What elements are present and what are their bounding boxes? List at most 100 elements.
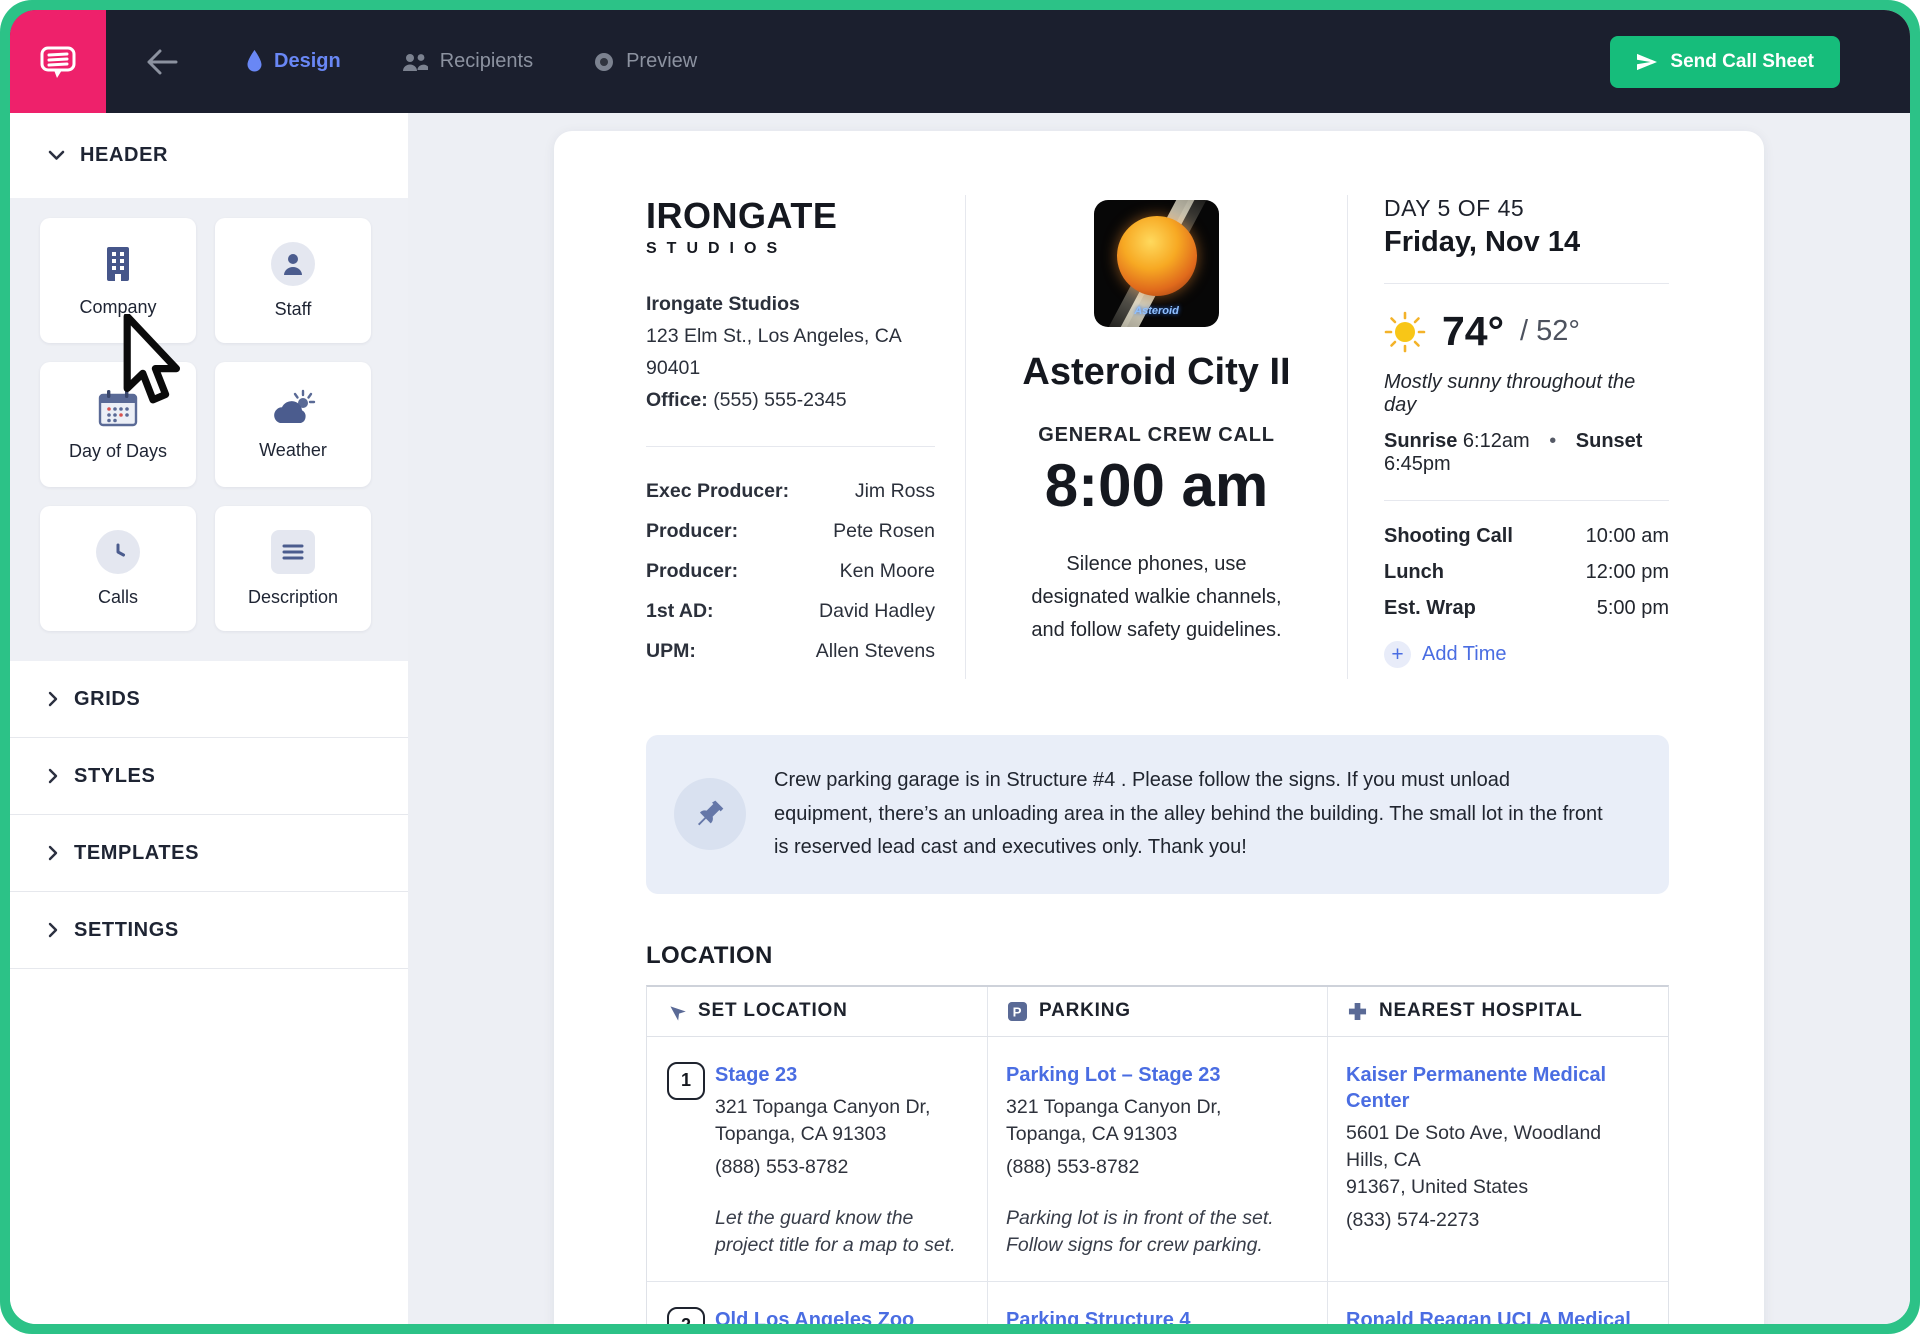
set-location-cell: 2 Old Los Angeles Zoo 4801 Griffith Park… [647,1282,988,1325]
sidebar-section-templates[interactable]: TEMPLATES [10,815,408,892]
parking-link[interactable]: Parking Lot – Stage 23 [1006,1062,1221,1088]
sidebar-section-settings[interactable]: SETTINGS [10,892,408,969]
add-time-label: Add Time [1422,643,1506,666]
crew-name: Allen Stevens [816,639,935,664]
time-value: 5:00 pm [1597,597,1669,620]
tab-preview[interactable]: Preview [593,50,697,73]
calendar-icon [97,388,139,428]
app-frame: Design Recipients Preview [0,0,1920,1334]
call-sheet-header: IRONGATE STUDIOS Irongate Studios 123 El… [646,195,1669,679]
tile-day-of-days[interactable]: Day of Days [40,362,196,487]
tile-weather-label: Weather [259,440,327,461]
sidebar-section-header-label: HEADER [80,144,168,167]
company-logo-subtitle: STUDIOS [646,240,935,258]
back-button[interactable] [140,40,184,84]
company-address: 123 Elm St., Los Angeles, CA 90401 [646,320,935,384]
time-value: 12:00 pm [1586,561,1669,584]
company-column[interactable]: IRONGATE STUDIOS Irongate Studios 123 El… [646,195,966,679]
sunrise-label: Sunrise [1384,430,1457,452]
address-line: 5601 De Soto Ave, Woodland Hills, CA [1346,1120,1648,1174]
weather-line: 74° / 52° [1384,308,1669,355]
time-label: Shooting Call [1384,525,1513,548]
production-poster-image: Asteroid [1094,200,1219,327]
location-note: Parking lot is in front of the set. Foll… [1006,1205,1307,1259]
sunset-label: Sunset [1576,430,1643,452]
tile-calls-label: Calls [98,587,138,608]
tab-recipients[interactable]: Recipients [401,50,533,73]
sidebar-section-styles[interactable]: STYLES [10,738,408,815]
address-line: 91367, United States [1346,1174,1648,1201]
phone: (888) 553-8782 [1006,1154,1307,1181]
location-number-badge: 1 [667,1062,705,1100]
pinned-note[interactable]: Crew parking garage is in Structure #4 .… [646,735,1669,894]
studiobinder-logo[interactable] [10,10,106,113]
set-location-link[interactable]: Old Los Angeles Zoo [715,1307,914,1325]
parking-link[interactable]: Parking Structure 4 [1006,1307,1191,1325]
parking-cell: Parking Structure 4 4815 Griffith Park D… [988,1282,1328,1325]
crew-name: David Hadley [819,599,935,624]
chevron-right-icon [48,691,58,707]
parking-cell: Parking Lot – Stage 23 321 Topanga Canyo… [988,1037,1328,1281]
chevron-down-icon [48,150,65,161]
crew-role: UPM: [646,639,696,664]
set-location-link[interactable]: Stage 23 [715,1062,797,1088]
crew-name: Ken Moore [840,559,935,584]
tab-design[interactable]: Design [246,50,341,73]
crew-role: Producer: [646,559,738,584]
company-logo-title: IRONGATE [646,195,935,237]
sidebar-section-styles-label: STYLES [74,765,155,788]
day-count: DAY 5 OF 45 [1384,195,1669,222]
company-name: Irongate Studios [646,288,935,320]
tile-day-of-days-label: Day of Days [69,441,167,462]
location-heading: LOCATION [646,942,1669,970]
weather-summary: Mostly sunny throughout the day [1384,371,1669,417]
hospital-link[interactable]: Kaiser Permanente Medical Center [1346,1062,1648,1114]
sidebar-section-templates-label: TEMPLATES [74,842,199,865]
column-header-parking: P PARKING [988,987,1328,1036]
general-crew-call-label: GENERAL CREW CALL [966,424,1347,447]
address-line: 321 Topanga Canyon Dr, [1006,1094,1307,1121]
sunset-time: 6:45pm [1384,453,1451,475]
sun-icon [1384,311,1426,353]
add-time-button[interactable]: + Add Time [1384,641,1669,668]
canvas-area: IRONGATE STUDIOS Irongate Studios 123 El… [408,113,1910,1324]
svg-text:P: P [1013,1004,1023,1019]
crew-list: Exec Producer: Jim Ross Producer: Pete R… [646,479,935,664]
location-note: Let the guard know the project title for… [715,1205,967,1259]
time-label: Est. Wrap [1384,597,1476,620]
crew-row: Exec Producer: Jim Ross [646,479,935,504]
divider [1384,283,1669,284]
location-number-badge: 2 [667,1307,705,1325]
hospital-link[interactable]: Ronald Reagan UCLA Medical Center [1346,1307,1648,1325]
company-phone-line: Office: (555) 555-2345 [646,384,935,416]
time-row: Lunch 12:00 pm [1384,561,1669,584]
tile-company-label: Company [79,297,156,318]
production-column[interactable]: Asteroid Asteroid City II GENERAL CREW C… [966,195,1348,679]
sidebar-section-grids[interactable]: GRIDS [10,661,408,738]
send-call-sheet-label: Send Call Sheet [1670,51,1814,73]
people-group-icon [401,52,429,72]
column-header-nearest-hospital: NEAREST HOSPITAL [1328,987,1668,1036]
ink-drop-icon [246,50,263,73]
tile-calls[interactable]: Calls [40,506,196,631]
location-table-header: SET LOCATION P PARKING [647,987,1668,1037]
divider [646,446,935,447]
clock-icon [96,530,140,574]
address-line: Topanga, CA 91303 [715,1121,967,1148]
sidebar-section-header[interactable]: HEADER [10,113,408,198]
time-label: Lunch [1384,561,1444,584]
crew-name: Jim Ross [855,479,935,504]
crew-role: Exec Producer: [646,479,789,504]
day-column[interactable]: DAY 5 OF 45 Friday, Nov 14 [1348,195,1669,679]
tile-company[interactable]: Company [40,218,196,343]
tile-description[interactable]: Description [215,506,371,631]
location-row: 1 Stage 23 321 Topanga Canyon Dr, Topang… [647,1037,1668,1281]
tile-staff[interactable]: Staff [215,218,371,343]
shoot-date: Friday, Nov 14 [1384,226,1669,259]
design-sidebar: HEADER Company [10,113,408,1324]
tile-weather[interactable]: Weather [215,362,371,487]
send-call-sheet-button[interactable]: Send Call Sheet [1610,36,1840,88]
general-crew-call-time: 8:00 am [966,451,1347,520]
location-table: SET LOCATION P PARKING [646,985,1669,1325]
cloud-sun-icon [270,389,316,427]
